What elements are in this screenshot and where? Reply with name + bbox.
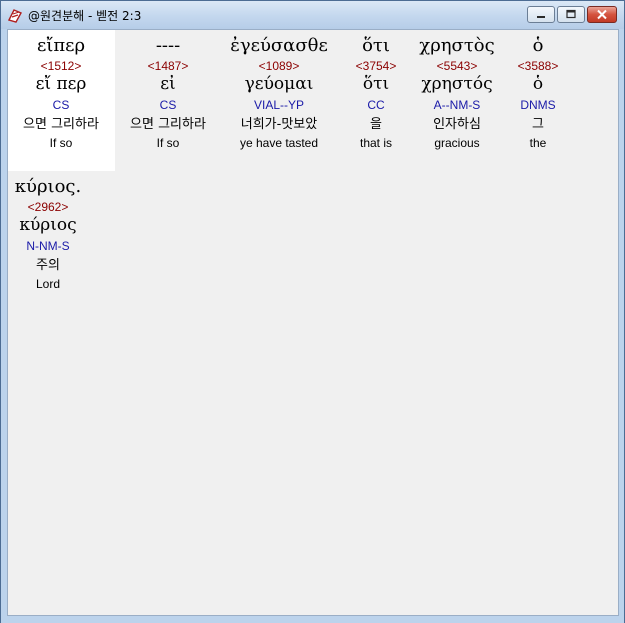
morphology-code: DNMS: [520, 98, 556, 112]
english-gloss: the: [529, 136, 547, 150]
strong-number: <1487>: [147, 59, 189, 73]
word-block[interactable]: κύριος. <2962> κύριος N-NM-S 주의 Lord: [0, 171, 104, 312]
window-title: @원견분해 - 벧전 2:3: [28, 9, 142, 23]
greek-word: ----: [155, 35, 181, 56]
greek-word: ὁ: [532, 35, 544, 56]
strong-number: <1089>: [258, 59, 300, 73]
lemma: κύριος: [19, 215, 77, 235]
title-bar[interactable]: @원견분해 - 벧전 2:3: [1, 1, 624, 29]
greek-word: ἐγεύσασθε: [230, 35, 328, 56]
maximize-icon: [566, 9, 576, 19]
english-gloss: If so: [156, 136, 180, 150]
word-block[interactable]: εἴπερ <1512> εἴ περ CS 으면 그리하라 If so: [5, 30, 117, 171]
word-block[interactable]: ἐγεύσασθε <1089> γεύομαι VIAL--YP 너희가-맛보…: [223, 30, 335, 171]
minimize-button[interactable]: [527, 6, 555, 23]
strong-number: <1512>: [40, 59, 82, 73]
korean-gloss: 주의: [36, 258, 60, 273]
morphology-code: CS: [159, 98, 177, 112]
english-gloss: ye have tasted: [239, 136, 319, 150]
morphology-code: VIAL--YP: [253, 98, 304, 112]
korean-gloss: 그: [532, 117, 544, 132]
greek-word: εἴπερ: [36, 35, 86, 56]
maximize-button[interactable]: [557, 6, 585, 23]
minimize-icon: [537, 16, 545, 18]
app-logo-icon: [7, 7, 23, 23]
lemma: εἴ περ: [35, 74, 87, 94]
korean-gloss: 으면 그리하라: [130, 117, 206, 132]
word-block[interactable]: ὁ <3588> ὁ DNMS 그 the: [482, 30, 594, 171]
english-gloss: If so: [49, 136, 73, 150]
word-block[interactable]: ---- <1487> εἰ CS 으면 그리하라 If so: [112, 30, 224, 171]
english-gloss: Lord: [35, 277, 61, 291]
strong-number: <2962>: [27, 200, 69, 214]
window-bottom-border[interactable]: [1, 616, 624, 623]
korean-gloss: 너희가-맛보았: [240, 117, 318, 132]
close-icon: [597, 9, 607, 20]
main-window: @원견분해 - 벧전 2:3 εἴπερ <1512> εἴ περ CS 으면…: [0, 0, 625, 623]
greek-word: κύριος.: [14, 176, 82, 197]
morphology-code: CS: [52, 98, 70, 112]
korean-gloss: 으면 그리하라: [23, 117, 99, 132]
lemma: ὁ: [532, 74, 544, 94]
lemma: εἰ: [160, 74, 176, 94]
lemma: γεύομαι: [244, 74, 314, 94]
morphology-code: N-NM-S: [26, 239, 70, 253]
strong-number: <3588>: [517, 59, 559, 73]
interlinear-content-area[interactable]: εἴπερ <1512> εἴ περ CS 으면 그리하라 If so ---…: [7, 29, 619, 616]
close-button[interactable]: [587, 6, 617, 23]
